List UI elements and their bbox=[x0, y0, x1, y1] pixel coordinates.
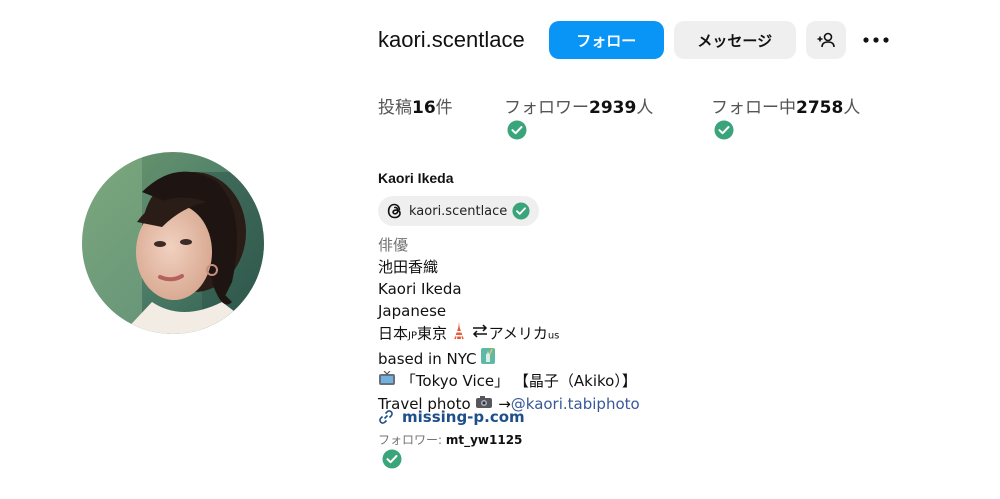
bio: 俳優 池田香織 Kaori Ikeda Japanese 日本JP東京 アメリカ… bbox=[378, 234, 640, 415]
profile-avatar[interactable] bbox=[82, 152, 264, 334]
following-number: 2758 bbox=[796, 98, 844, 118]
more-options-button[interactable] bbox=[860, 21, 892, 59]
tv-icon bbox=[378, 370, 396, 393]
external-link[interactable]: missing-p.com bbox=[378, 408, 525, 426]
threads-icon bbox=[386, 202, 404, 220]
link-text: missing-p.com bbox=[402, 408, 525, 426]
verified-check-icon bbox=[512, 202, 530, 220]
more-horizontal-icon bbox=[863, 37, 889, 43]
bio-text: 日本 bbox=[378, 324, 409, 343]
followed-by-user: mt_yw1125 bbox=[445, 433, 523, 447]
suggest-accounts-button[interactable] bbox=[805, 21, 846, 59]
followers-suffix: 人 bbox=[636, 98, 654, 118]
followed-by[interactable]: フォロワー: mt_yw1125 bbox=[378, 431, 522, 448]
following-count[interactable]: フォロー中2758人 bbox=[711, 93, 861, 140]
bio-line: 日本JP東京 アメリカus bbox=[378, 322, 640, 348]
statue-of-liberty-icon bbox=[481, 348, 496, 370]
verified-check-icon bbox=[507, 120, 527, 145]
profile-header: kaori.scentlace フォロー メッセージ bbox=[378, 20, 892, 60]
bio-line: Japanese bbox=[378, 302, 447, 320]
threads-badge[interactable]: kaori.scentlace bbox=[378, 196, 540, 226]
posts-label: 投稿 bbox=[378, 98, 412, 118]
bio-text: 東京 bbox=[417, 324, 448, 343]
bio-line: based in NYC bbox=[378, 348, 640, 371]
bio-line: 「Tokyo Vice」 【晶子（Akiko）】 bbox=[378, 370, 640, 393]
posts-number: 16 bbox=[412, 98, 436, 118]
swap-arrows-icon bbox=[471, 323, 489, 345]
message-button[interactable]: メッセージ bbox=[673, 21, 796, 59]
follow-button[interactable]: フォロー bbox=[548, 21, 664, 59]
posts-count: 投稿16件 bbox=[378, 93, 504, 118]
person-add-icon bbox=[817, 32, 835, 48]
link-icon bbox=[378, 409, 394, 425]
bio-text: based in NYC bbox=[378, 349, 477, 368]
followers-label: フォロワー bbox=[504, 98, 589, 118]
verified-check-icon bbox=[714, 120, 734, 145]
bio-text: us bbox=[547, 330, 560, 342]
threads-handle: kaori.scentlace bbox=[409, 203, 508, 219]
verified-check-icon bbox=[382, 449, 402, 473]
bio-category: 俳優 bbox=[378, 236, 409, 254]
followers-number: 2939 bbox=[589, 98, 637, 118]
bio-line: 池田香織 bbox=[378, 258, 439, 276]
bio-text: JP bbox=[408, 330, 417, 342]
username: kaori.scentlace bbox=[378, 27, 525, 52]
following-label: フォロー中 bbox=[711, 98, 796, 118]
followed-by-label: フォロワー: bbox=[378, 433, 446, 447]
avatar-image bbox=[82, 152, 264, 334]
following-suffix: 人 bbox=[843, 98, 861, 118]
profile-stats: 投稿16件 フォロワー2939人 フォロー中2758人 bbox=[378, 93, 861, 140]
followers-count[interactable]: フォロワー2939人 bbox=[504, 93, 711, 140]
mention-link[interactable]: @kaori.tabiphoto bbox=[511, 395, 640, 413]
bio-text: 「Tokyo Vice」 【晶子（Akiko）】 bbox=[400, 372, 637, 390]
bio-line: Kaori Ikeda bbox=[378, 280, 462, 298]
display-name: Kaori Ikeda bbox=[378, 170, 454, 186]
tokyo-tower-icon bbox=[452, 322, 466, 346]
bio-text: アメリカ bbox=[488, 324, 548, 343]
posts-suffix: 件 bbox=[435, 98, 453, 118]
